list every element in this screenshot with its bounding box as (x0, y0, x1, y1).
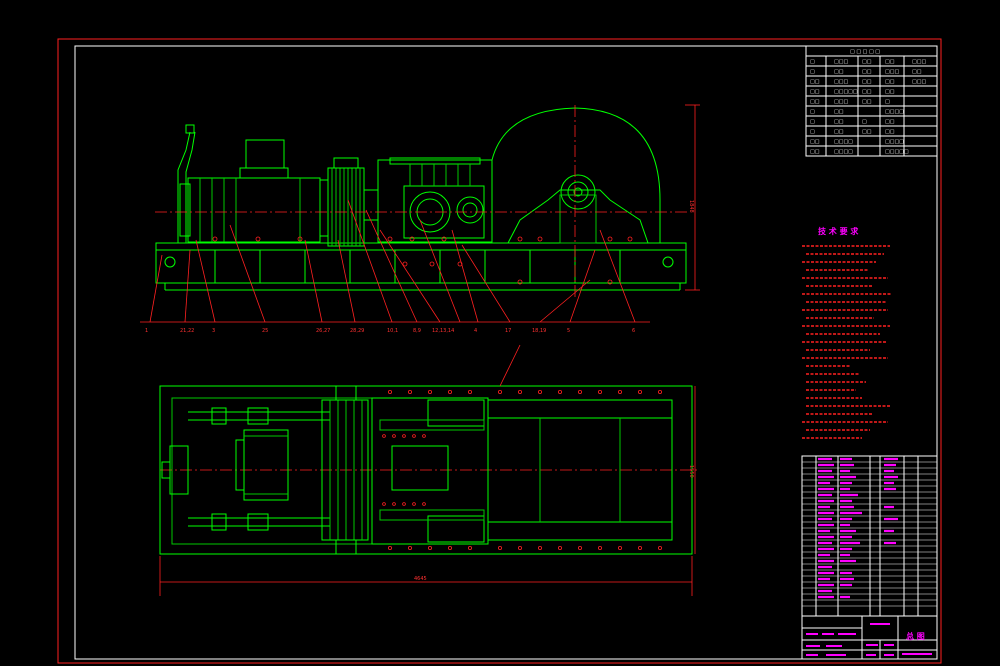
svg-text:□□: □□ (810, 149, 820, 155)
plan-view: 4645 1550 (159, 344, 700, 596)
svg-text:□: □ (862, 119, 867, 125)
svg-text:12,13,14: 12,13,14 (432, 328, 454, 334)
base-frame (155, 242, 687, 284)
svg-text:□□: □□ (912, 69, 922, 75)
title-block: 总 图 (801, 615, 938, 660)
svg-text:□: □ (810, 59, 815, 65)
svg-text:□□□□: □□□□ (885, 109, 904, 115)
svg-text:□: □ (810, 69, 815, 75)
svg-text:4645: 4645 (414, 576, 427, 582)
svg-text:□: □ (810, 129, 815, 135)
svg-text:□□□: □□□ (885, 69, 899, 75)
spec-table: □ □ □ □ □ □ □□□ □□ □□ □□□ □ □□ □□ □□□ □□ □□ □□□ □□… (805, 45, 938, 157)
svg-text:□□: □□ (810, 79, 820, 85)
svg-text:26,27: 26,27 (316, 328, 330, 334)
svg-text:□□: □□ (834, 109, 844, 115)
svg-text:□□: □□ (834, 119, 844, 125)
plan-motor (243, 429, 289, 501)
technical-requirements: 技 术 要 求 (802, 226, 892, 439)
svg-text:5: 5 (567, 328, 570, 334)
svg-text:□□□□□: □□□□□ (885, 149, 909, 155)
svg-text:6: 6 (632, 328, 635, 334)
svg-text:□□: □□ (862, 69, 872, 75)
svg-text:□: □ (810, 119, 815, 125)
svg-text:10,1: 10,1 (387, 328, 398, 334)
svg-text:□□: □□ (834, 129, 844, 135)
svg-text:□ □ □ □ □: □ □ □ □ □ (850, 49, 880, 55)
gearbox-bearing-small (456, 196, 484, 224)
svg-text:18,19: 18,19 (532, 328, 546, 334)
svg-text:□□□: □□□ (834, 59, 848, 65)
svg-text:□□□: □□□ (912, 79, 926, 85)
svg-text:□□: □□ (885, 79, 895, 85)
svg-text:1: 1 (145, 328, 148, 334)
svg-text:21,22: 21,22 (180, 328, 194, 334)
svg-text:28,29: 28,29 (350, 328, 364, 334)
svg-text:□: □ (885, 99, 890, 105)
gearbox-housing (377, 159, 493, 243)
drum-bearing (560, 174, 596, 210)
svg-text:□: □ (810, 109, 815, 115)
svg-text:□□: □□ (810, 99, 820, 105)
cad-drawing: 1 21,22 3 25 26,27 28,29 10,1 8,9 12,13,… (57, 38, 942, 664)
svg-text:□□: □□ (862, 99, 872, 105)
svg-text:□□□: □□□ (834, 79, 848, 85)
svg-text:□□: □□ (862, 79, 872, 85)
tech-req-title: 技 术 要 求 (818, 226, 859, 236)
svg-text:□□: □□ (885, 119, 895, 125)
svg-text:□□: □□ (810, 139, 820, 145)
svg-text:1550: 1550 (688, 465, 694, 478)
drawing-title: 总 图 (906, 631, 925, 641)
brake-coupling (327, 167, 365, 247)
svg-text:25: 25 (262, 328, 268, 334)
svg-text:□□: □□ (885, 89, 895, 95)
svg-text:1848: 1848 (688, 200, 694, 213)
svg-text:□□: □□ (885, 129, 895, 135)
svg-text:□□□□: □□□□ (834, 139, 853, 145)
side-elevation-view: 1 21,22 3 25 26,27 28,29 10,1 8,9 12,13,… (140, 104, 700, 334)
inner-frame (74, 45, 938, 660)
svg-text:□□: □□ (862, 129, 872, 135)
drum-pedestal (507, 189, 649, 244)
svg-text:□□: □□ (862, 59, 872, 65)
svg-text:□□□□: □□□□ (834, 149, 853, 155)
svg-text:□□: □□ (862, 89, 872, 95)
svg-text:□□: □□ (834, 69, 844, 75)
svg-text:8,9: 8,9 (413, 328, 421, 334)
svg-text:4: 4 (474, 328, 477, 334)
motor-terminal-box (245, 139, 285, 169)
svg-text:17: 17 (505, 328, 511, 334)
svg-text:□□□: □□□ (834, 99, 848, 105)
svg-text:□□□□□: □□□□□ (834, 89, 858, 95)
parts-list (801, 455, 938, 617)
svg-text:□□□: □□□ (912, 59, 926, 65)
svg-text:3: 3 (212, 328, 215, 334)
svg-text:□□□□: □□□□ (885, 139, 904, 145)
svg-text:□□: □□ (885, 59, 895, 65)
svg-text:□□: □□ (810, 89, 820, 95)
